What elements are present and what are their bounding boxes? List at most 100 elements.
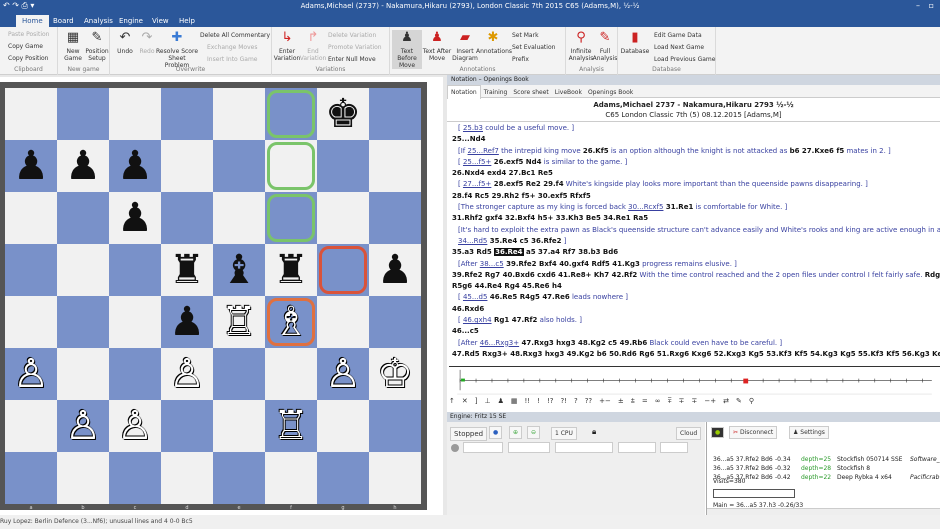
square-c2[interactable]: ♙ — [109, 400, 161, 452]
square-f1[interactable] — [265, 452, 317, 504]
copy-position-button[interactable]: Copy Position — [8, 55, 49, 62]
square-g8[interactable]: ♚ — [317, 88, 369, 140]
insert-into-game-button[interactable]: Insert Into Game — [207, 56, 257, 63]
black-pawn-piece[interactable]: ♟ — [65, 146, 101, 186]
move-line[interactable]: 46.Rxd6 — [449, 304, 940, 315]
variation-link[interactable]: 45...d5 — [463, 293, 487, 301]
square-e6[interactable] — [213, 192, 265, 244]
move-text[interactable]: 46...c5 — [452, 327, 479, 335]
annotation-symbol-button[interactable]: ✎ — [736, 397, 742, 405]
variation-link[interactable]: 25...Ref7 — [468, 147, 499, 155]
annotation-symbol-button[interactable]: ?! — [560, 397, 567, 405]
resolve-score-sheet-button[interactable]: ✚ Resolve Score Sheet Problem — [156, 30, 198, 69]
black-rook-piece[interactable]: ♜ — [169, 250, 205, 290]
annotation-symbol-button[interactable]: +− — [599, 397, 611, 405]
annotation-symbol-button[interactable]: −+ — [704, 397, 716, 405]
move-text[interactable]: 31.Rhf2 gxf4 32.Bxf4 h5+ 33.Kh3 Be5 34.R… — [452, 214, 648, 222]
black-pawn-piece[interactable]: ♟ — [13, 146, 49, 186]
white-pawn-piece[interactable]: ♙ — [13, 354, 49, 394]
database-button[interactable]: ▮ Database — [620, 30, 650, 55]
set-evaluation-button[interactable]: Set Evaluation — [512, 44, 555, 51]
lock-icon[interactable]: 🔒︎ — [592, 427, 596, 437]
square-g3[interactable]: ♙ — [317, 348, 369, 400]
square-a4[interactable] — [5, 296, 57, 348]
move-text[interactable]: 26.Kf5 — [583, 147, 609, 155]
square-g5[interactable] — [317, 244, 369, 296]
square-h1[interactable] — [369, 452, 421, 504]
square-d7[interactable] — [161, 140, 213, 192]
annotation-symbol-button[interactable]: !! — [525, 397, 531, 405]
black-pawn-piece[interactable]: ♟ — [169, 302, 205, 342]
move-line[interactable]: 46...c5 — [449, 326, 940, 337]
end-variation-button[interactable]: ↱ End Variation — [298, 30, 328, 62]
square-a2[interactable] — [5, 400, 57, 452]
square-a1[interactable] — [5, 452, 57, 504]
square-d4[interactable]: ♟ — [161, 296, 213, 348]
square-f6[interactable] — [265, 192, 317, 244]
horizontal-scrollbar[interactable] — [707, 508, 940, 515]
load-previous-game-button[interactable]: Load Previous Game — [654, 56, 715, 63]
square-b6[interactable] — [57, 192, 109, 244]
square-a8[interactable] — [5, 88, 57, 140]
square-b7[interactable]: ♟ — [57, 140, 109, 192]
white-pawn-piece[interactable]: ♙ — [325, 354, 361, 394]
move-text[interactable]: 31.Re1 — [663, 203, 693, 211]
square-f7[interactable] — [265, 140, 317, 192]
white-pawn-piece[interactable]: ♙ — [169, 354, 205, 394]
annotation-symbol-button[interactable]: ∓ — [692, 397, 698, 405]
move-text[interactable]: b6 27.Kxe6 f5 — [790, 147, 845, 155]
comment-line[interactable]: [ 45...d5 46.Re5 R4g5 47.Re6 leads nowhe… — [449, 292, 940, 303]
square-h4[interactable] — [369, 296, 421, 348]
square-d5[interactable]: ♜ — [161, 244, 213, 296]
black-pawn-piece[interactable]: ♟ — [377, 250, 413, 290]
square-a6[interactable] — [5, 192, 57, 244]
square-f3[interactable] — [265, 348, 317, 400]
square-e2[interactable] — [213, 400, 265, 452]
prefix-button[interactable]: Prefix — [512, 56, 529, 63]
annotation-symbol-button[interactable]: = — [642, 397, 648, 405]
square-e5[interactable]: ♝ — [213, 244, 265, 296]
move-line[interactable]: 47.Rd5 Rxg3+ 48.Rxg3 hxg3 49.Kg2 b6 50.R… — [449, 349, 940, 360]
paste-position-button[interactable]: Paste Position — [8, 31, 49, 38]
square-c7[interactable]: ♟ — [109, 140, 161, 192]
square-d6[interactable] — [161, 192, 213, 244]
square-g2[interactable] — [317, 400, 369, 452]
move-text[interactable]: 39.Rfe2 Rg7 40.Bxd6 cxd6 41.Re8+ Kh7 42.… — [452, 271, 637, 279]
move-line[interactable]: 39.Rfe2 Rg7 40.Bxd6 cxd6 41.Re8+ Kh7 42.… — [449, 270, 940, 281]
square-d8[interactable] — [161, 88, 213, 140]
notation-text[interactable]: [ 25.b3 could be a useful move. ] 25...Nd… — [449, 123, 940, 365]
text-after-move-button[interactable]: ♟ Text After Move — [422, 30, 452, 62]
copy-game-button[interactable]: Copy Game — [8, 43, 43, 50]
square-b5[interactable] — [57, 244, 109, 296]
square-e4[interactable]: ♖ — [213, 296, 265, 348]
tab-home[interactable]: Home — [16, 15, 49, 27]
annotation-symbol-button[interactable]: ∓ — [679, 397, 685, 405]
variation-link[interactable]: 38...c5 — [480, 260, 504, 268]
square-b8[interactable] — [57, 88, 109, 140]
comment-line[interactable]: [If 25...Ref7 the intrepid king move 26.… — [449, 146, 940, 157]
move-text[interactable]: Rdg5 43.Rf3 — [925, 271, 940, 279]
comment-line[interactable]: [ 25...f5+ 26.exf5 Nd4 is similar to the… — [449, 157, 940, 168]
annotation-symbol-button[interactable]: ? — [574, 397, 578, 405]
variation-link[interactable]: 34...Rd5 — [458, 237, 487, 245]
comment-line[interactable]: [It's hard to exploit the extra pawn as … — [449, 225, 940, 236]
move-text[interactable]: a5 37.a4 Rf7 38.b3 Bd6 — [524, 248, 618, 256]
full-analysis-button[interactable]: ✎ Full Analysis — [590, 30, 620, 62]
annotation-symbol-button[interactable]: ± — [618, 397, 624, 405]
square-e3[interactable] — [213, 348, 265, 400]
annotation-symbol-button[interactable]: ⩲ — [631, 397, 635, 406]
cpu-button[interactable]: 1 CPU — [551, 427, 577, 440]
variation-link[interactable]: 30...Rcxf5 — [628, 203, 663, 211]
square-c8[interactable] — [109, 88, 161, 140]
annotation-symbol-button[interactable]: ♟ — [498, 397, 504, 405]
disconnect-button[interactable]: ✂ Disconnect — [729, 426, 778, 439]
variation-link[interactable]: 25.b3 — [463, 124, 483, 132]
delete-all-commentary-button[interactable]: Delete All Commentary — [200, 32, 270, 39]
tab-board[interactable]: Board — [47, 15, 80, 27]
move-text[interactable]: 28.f4 Rc5 29.Rh2 f5+ 30.exf5 Rfxf5 — [452, 192, 591, 200]
comment-line[interactable]: [After 38...c5 39.Rfe2 Bxf4 40.gxf4 Rdf5… — [449, 259, 940, 270]
annotations-button[interactable]: ✱ Annotations — [476, 30, 512, 55]
move-text[interactable]: 47.Rd5 Rxg3+ 48.Rxg3 hxg3 49.Kg2 b6 50.R… — [452, 350, 940, 358]
square-a5[interactable] — [5, 244, 57, 296]
exchange-moves-button[interactable]: Exchange Moves — [207, 44, 257, 51]
